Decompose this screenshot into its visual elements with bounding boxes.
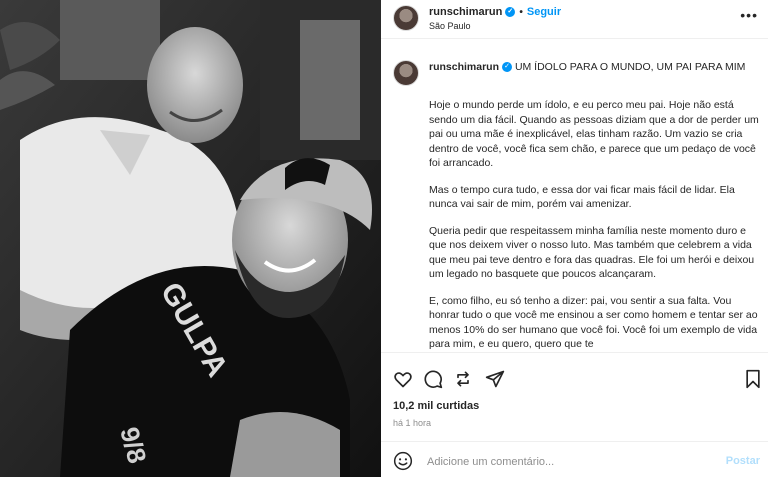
post-photo[interactable]: GULPA 9/8 xyxy=(0,0,381,477)
post-panel: runschimarun ✓ • Seguir São Paulo ••• runsc… xyxy=(381,0,768,478)
verified-badge-icon: ✓ xyxy=(502,62,513,73)
likes-count[interactable]: 10,2 mil curtidas xyxy=(393,400,479,412)
caption-headline: runschimarun ✓ UM ÍDOLO PARA O MUNDO, UM … xyxy=(429,60,749,74)
caption-paragraph: E, como filho, eu só tenho a dizer: pai,… xyxy=(429,294,758,351)
author-line: runschimarun ✓ • Seguir xyxy=(429,6,561,18)
comment-icon[interactable] xyxy=(423,369,443,389)
bookmark-icon[interactable] xyxy=(743,369,763,389)
verified-badge-icon: ✓ xyxy=(505,7,516,18)
post-photo-art: GULPA 9/8 xyxy=(0,0,381,477)
author-avatar[interactable] xyxy=(393,5,419,31)
caption-paragraph: Mas o tempo cura tudo, e essa dor vai fi… xyxy=(429,183,735,211)
post-comment-button[interactable]: Postar xyxy=(726,455,760,467)
post-timestamp[interactable]: há 1 hora xyxy=(393,418,431,428)
caption-username[interactable]: runschimarun xyxy=(429,61,499,73)
heart-icon[interactable] xyxy=(393,369,413,389)
share-icon[interactable] xyxy=(485,369,505,389)
caption-body: Hoje o mundo perde um ídolo, e eu perco … xyxy=(429,98,759,352)
caption-avatar[interactable] xyxy=(393,60,419,86)
author-username[interactable]: runschimarun xyxy=(429,6,502,18)
repost-icon[interactable] xyxy=(453,369,473,389)
post-header: runschimarun ✓ • Seguir São Paulo ••• xyxy=(381,0,768,39)
separator-dot: • xyxy=(519,7,523,18)
caption-headline-text: UM ÍDOLO PARA O MUNDO, UM PAI PARA MIM xyxy=(514,61,746,73)
post-location[interactable]: São Paulo xyxy=(429,21,471,31)
more-options-icon[interactable]: ••• xyxy=(740,7,758,23)
follow-button[interactable]: Seguir xyxy=(527,6,561,18)
caption-paragraph: Queria pedir que respeitassem minha famí… xyxy=(429,224,755,281)
caption-paragraph: Hoje o mundo perde um ídolo, e eu perco … xyxy=(429,99,759,169)
comment-bar: Postar xyxy=(381,441,768,479)
action-section: 10,2 mil curtidas há 1 hora Postar xyxy=(381,352,768,478)
instagram-post: GULPA 9/8 runschimarun ✓ • Seguir São Paulo… xyxy=(0,0,768,478)
comment-input[interactable] xyxy=(425,452,699,472)
emoji-icon[interactable] xyxy=(393,451,413,471)
